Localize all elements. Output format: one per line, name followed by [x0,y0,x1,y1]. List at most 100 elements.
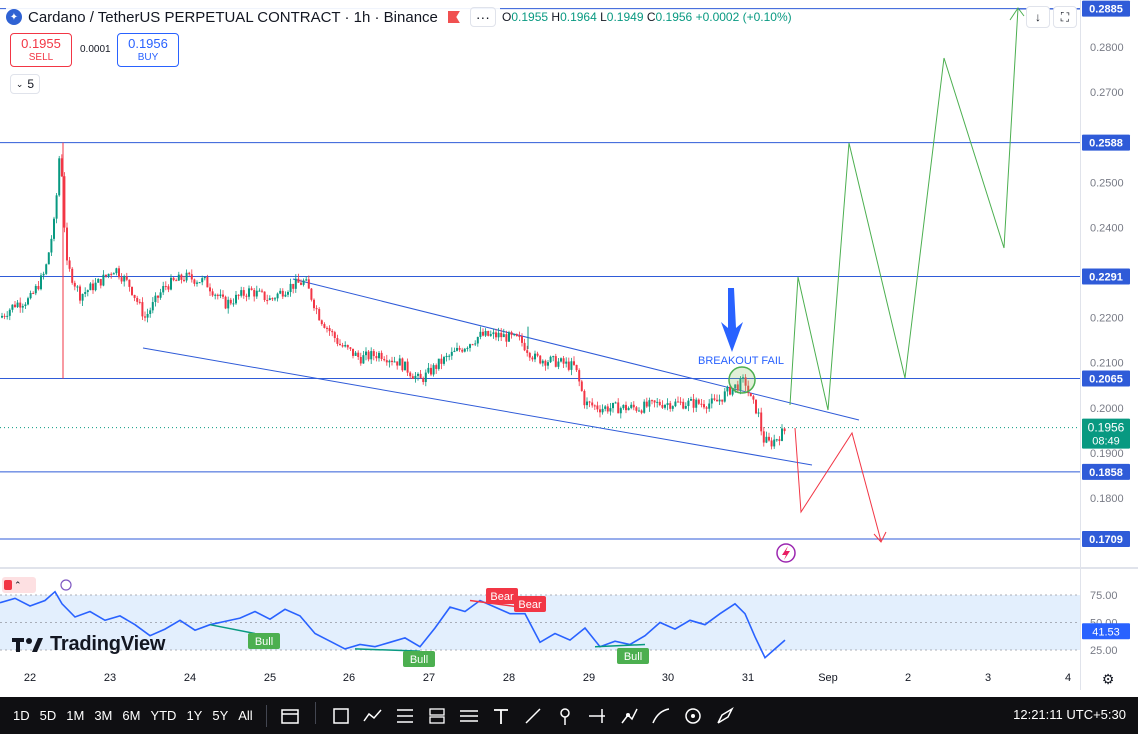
time-axis[interactable]: 22 23 24 25 26 27 28 29 30 31 Sep 2 3 4 [0,667,1138,689]
candle-body [81,293,84,301]
time-tick-label: 25 [263,672,277,684]
candle-body [575,364,578,371]
low-value: 0.1949 [606,10,644,24]
bull-signal-label[interactable]: Bull [403,651,435,667]
period-button-ytd[interactable]: YTD [145,704,181,728]
candle-body [544,360,547,366]
candle-body [99,279,102,286]
candle-body [677,401,679,403]
scroll-to-latest-button[interactable]: ↓ [1026,6,1050,28]
tradingview-logo[interactable]: TradingView [12,633,165,656]
candle-body [120,277,123,282]
candle-body [466,347,469,349]
tradingview-mark-icon [12,637,43,652]
node-path-tool-button[interactable] [614,702,644,730]
chevron-up-icon[interactable]: ⌃ [14,580,22,591]
parallel-lines-tool-button[interactable] [454,702,484,730]
rsi-current-label[interactable]: 41.53 [1082,623,1130,640]
candle-body [762,431,765,443]
pen-tool-button[interactable] [710,702,740,730]
pin-tool-button[interactable] [550,702,580,730]
bull-signal-label[interactable]: Bull [248,633,280,649]
fib-levels-tool-button[interactable] [390,702,420,730]
candle-body [703,404,705,408]
pen-icon [717,706,734,724]
period-button-1m[interactable]: 1M [61,704,89,728]
candle-body [365,351,367,356]
calendar-range-tool-button[interactable] [275,702,305,730]
candle-body [648,400,651,407]
candle-body [526,350,529,353]
candle-body [643,401,646,413]
candle-body [687,400,690,407]
symbol-title[interactable]: Cardano / TetherUS PERPETUAL CONTRACT · … [28,9,438,26]
time-tick-label: 31 [741,672,755,684]
node-path-icon [621,708,638,723]
price-chart[interactable]: BREAKOUT FAIL 0.2800 0.2700 0.2500 0.2400 0.2… [0,0,1138,568]
candle-body [34,286,37,294]
bullish-projection-path[interactable] [789,7,1019,411]
candle-body [508,332,510,342]
more-options-button[interactable]: ··· [469,7,496,27]
candle-body [232,303,235,305]
period-button-3m[interactable]: 3M [89,704,117,728]
candle-body [601,408,604,413]
rsi-current-text: 41.53 [1092,626,1120,638]
clock[interactable]: 12:21:11 UTC+5:30 [1013,707,1126,722]
candle-body [284,294,287,297]
rectangle-tool-button[interactable] [326,702,356,730]
replay-icon[interactable] [60,579,72,591]
period-button-5y[interactable]: 5Y [207,704,233,728]
bull-signal-label[interactable]: Bull [617,648,649,664]
trend-line-tool-button[interactable] [518,702,548,730]
down-arrow-icon[interactable] [721,288,743,352]
pitchfork-tool-button[interactable] [582,702,612,730]
level-price-label[interactable]: 0.2588 [1082,134,1130,151]
bear-signal-label[interactable]: Bear [486,588,518,604]
channel-upper-line[interactable] [292,278,860,421]
level-price-label[interactable]: 0.2885 [1082,0,1130,17]
candle-body [482,331,484,336]
current-price-label[interactable]: 0.195608:49 [1082,418,1130,449]
low-label: L [600,10,607,24]
brush-tool-button[interactable] [646,702,676,730]
candle-body [346,345,349,348]
level-price-label[interactable]: 0.1858 [1082,463,1130,480]
eye-tool-button[interactable] [678,702,708,730]
fullscreen-button[interactable]: ⛶ [1053,6,1077,28]
rsi-indicator-pane[interactable]: 75.0050.0025.0041.53BullBullBullBearBear [0,569,1138,667]
candle-body [523,342,526,351]
candle-body [479,331,482,338]
candle-body [729,386,731,395]
level-price-label[interactable]: 0.1709 [1082,531,1130,548]
long-short-tool-button[interactable] [422,702,452,730]
candle-body [66,227,68,261]
candle-body [502,334,505,338]
level-label-text: 0.2885 [1089,4,1123,16]
candle-body [531,357,534,360]
candle-body [198,282,201,284]
period-button-1d[interactable]: 1D [8,704,35,728]
buy-button[interactable]: 0.1956 BUY [117,33,179,67]
breakout-circle[interactable] [728,366,756,394]
period-button-6m[interactable]: 6M [117,704,145,728]
candle-body [315,308,318,310]
period-button-1y[interactable]: 1Y [181,704,207,728]
flag-icon[interactable] [447,11,460,23]
bear-signal-label[interactable]: Bear [514,596,546,612]
interval-toggle[interactable]: ⌄ 5 [10,74,40,94]
bearish-projection-path[interactable] [794,427,882,542]
breakout-fail-label[interactable]: BREAKOUT FAIL [698,355,784,367]
level-price-label[interactable]: 0.2291 [1082,268,1130,285]
period-button-all[interactable]: All [233,704,257,728]
time-tick-label: Sep [818,672,838,684]
sell-button[interactable]: 0.1955 SELL [10,33,72,67]
level-price-label[interactable]: 0.2065 [1082,370,1130,387]
rsi-legend[interactable]: ⌃ [2,577,36,593]
period-button-5d[interactable]: 5D [35,704,62,728]
path-tool-button[interactable] [358,702,388,730]
candle-body [645,401,648,407]
settings-gear-icon[interactable]: ⚙ [1099,670,1117,688]
candle-body [640,410,643,413]
text-tool-button[interactable] [486,702,516,730]
